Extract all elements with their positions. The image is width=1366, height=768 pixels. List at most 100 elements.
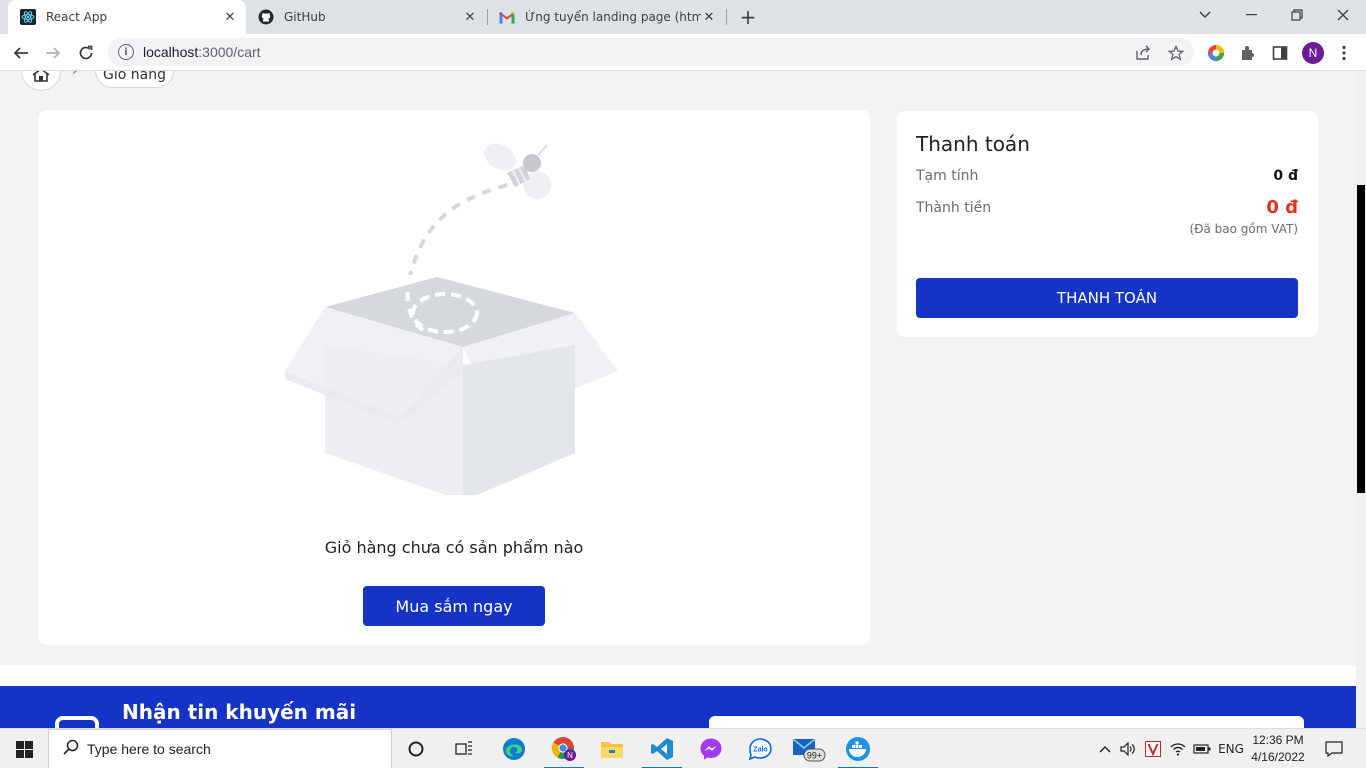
action-center-button[interactable] bbox=[1318, 729, 1350, 768]
notification-icon bbox=[1325, 741, 1343, 757]
taskbar-messenger[interactable] bbox=[687, 729, 735, 768]
url-path: :3000/cart bbox=[198, 44, 261, 60]
taskbar-file-explorer[interactable] bbox=[588, 729, 636, 768]
start-button[interactable] bbox=[0, 729, 48, 768]
total-value: 0 đ bbox=[1266, 197, 1298, 218]
restore-button[interactable] bbox=[1274, 0, 1320, 30]
volume-button[interactable] bbox=[1117, 729, 1139, 768]
network-button[interactable] bbox=[1167, 729, 1189, 768]
input-language[interactable]: ENG bbox=[1215, 729, 1247, 768]
address-bar[interactable]: i localhost:3000/cart bbox=[108, 38, 1194, 66]
edge-icon bbox=[503, 738, 525, 760]
chevron-down-icon bbox=[1199, 11, 1211, 18]
share-icon[interactable] bbox=[1134, 44, 1152, 62]
svg-text:Zalo: Zalo bbox=[753, 747, 767, 754]
newsletter-banner: Nhận tin khuyến mãi bbox=[0, 686, 1356, 728]
back-button[interactable] bbox=[8, 40, 34, 66]
messenger-icon bbox=[700, 738, 722, 760]
total-label: Thành tiền bbox=[916, 200, 992, 216]
empty-cart-message: Giỏ hàng chưa có sản phẩm nào bbox=[324, 538, 584, 557]
search-icon bbox=[63, 739, 79, 759]
newsletter-email-input[interactable] bbox=[709, 716, 1304, 728]
breadcrumb-home-button[interactable] bbox=[21, 71, 61, 91]
empty-box-illustration bbox=[285, 143, 618, 495]
minimize-button[interactable] bbox=[1228, 0, 1274, 30]
docker-icon bbox=[846, 737, 870, 761]
url-text[interactable]: localhost:3000/cart bbox=[143, 44, 261, 60]
breadcrumb-current: Giỏ hàng bbox=[95, 71, 174, 88]
arrow-right-icon bbox=[46, 47, 61, 59]
vscode-icon bbox=[651, 738, 673, 760]
zalo-icon: Zalo bbox=[748, 738, 772, 761]
taskbar-search-box[interactable]: Type here to search bbox=[48, 729, 392, 768]
subtotal-value: 0 đ bbox=[1273, 168, 1298, 184]
windows-logo-icon bbox=[15, 740, 33, 758]
tab-separator bbox=[726, 9, 727, 25]
mail-icon: 99+ bbox=[792, 738, 826, 762]
profile-avatar[interactable]: N bbox=[1302, 42, 1324, 64]
footer-spacer bbox=[0, 665, 1356, 686]
taskbar-vscode[interactable] bbox=[638, 729, 686, 768]
extensions-puzzle-icon[interactable] bbox=[1238, 43, 1258, 63]
close-window-button[interactable] bbox=[1320, 0, 1366, 30]
cart-panel: Giỏ hàng chưa có sản phẩm nào Mua sắm ng… bbox=[38, 110, 870, 645]
task-view-button[interactable] bbox=[440, 729, 488, 768]
tab-github[interactable]: GitHub ✕ bbox=[246, 0, 486, 34]
arrow-left-icon bbox=[13, 47, 28, 59]
payment-title: Thanh toán bbox=[916, 132, 1030, 156]
menu-kebab-icon[interactable] bbox=[1334, 43, 1354, 63]
speaker-icon bbox=[1120, 742, 1135, 756]
forward-button[interactable] bbox=[40, 40, 66, 66]
site-info-icon[interactable]: i bbox=[118, 44, 134, 60]
taskbar-mail[interactable]: 99+ bbox=[785, 729, 833, 768]
shop-now-button[interactable]: Mua sắm ngay bbox=[363, 586, 545, 626]
svg-text:N: N bbox=[567, 751, 573, 760]
home-icon bbox=[32, 71, 50, 82]
new-tab-button[interactable]: + bbox=[737, 5, 759, 29]
chrome-icon: N bbox=[552, 737, 576, 761]
side-panel-icon[interactable] bbox=[1270, 43, 1290, 63]
extension-color-icon[interactable] bbox=[1206, 43, 1226, 63]
chevron-up-icon bbox=[1099, 746, 1111, 753]
newsletter-title: Nhận tin khuyến mãi bbox=[122, 700, 357, 724]
clock-time: 12:36 PM bbox=[1252, 733, 1304, 747]
taskbar-chrome[interactable]: N bbox=[540, 729, 588, 768]
browser-tab-bar: React App ✕ GitHub ✕ Ứng tuyển landing p… bbox=[0, 0, 1366, 34]
cortana-button[interactable] bbox=[392, 729, 440, 768]
taskbar-edge[interactable] bbox=[490, 729, 538, 768]
react-icon bbox=[20, 9, 36, 25]
gmail-icon bbox=[499, 9, 515, 25]
vat-note: (Đã bao gồm VAT) bbox=[1189, 222, 1298, 236]
page-scrollbar[interactable] bbox=[1356, 71, 1366, 728]
search-placeholder: Type here to search bbox=[87, 741, 211, 757]
tab-search-button[interactable] bbox=[1182, 0, 1228, 30]
tray-app-v[interactable] bbox=[1142, 729, 1164, 768]
task-view-icon bbox=[455, 741, 472, 755]
bookmark-star-icon[interactable] bbox=[1167, 44, 1185, 62]
tab-react-app[interactable]: React App ✕ bbox=[8, 0, 246, 34]
page-content: › Giỏ hàng Giỏ hàng chưa có sản phẩm nào… bbox=[0, 71, 1356, 728]
close-tab-icon[interactable]: ✕ bbox=[222, 9, 238, 25]
close-tab-icon[interactable]: ✕ bbox=[701, 9, 717, 25]
taskbar-clock[interactable]: 12:36 PM 4/16/2022 bbox=[1248, 732, 1308, 766]
taskbar-docker[interactable] bbox=[834, 729, 882, 768]
url-host: localhost bbox=[143, 44, 199, 60]
scrollbar-thumb[interactable] bbox=[1357, 185, 1365, 493]
wifi-icon bbox=[1170, 743, 1186, 756]
mail-badge-count: 99+ bbox=[807, 751, 822, 761]
github-icon bbox=[258, 9, 274, 25]
close-tab-icon[interactable]: ✕ bbox=[462, 9, 478, 25]
clock-date: 4/16/2022 bbox=[1251, 750, 1305, 764]
breadcrumb-separator: › bbox=[72, 71, 78, 79]
checkout-button[interactable]: THANH TOÁN bbox=[916, 278, 1298, 318]
tab-title: React App bbox=[46, 10, 108, 24]
tab-title: Ứng tuyển landing page (html + bbox=[525, 10, 701, 24]
tab-gmail[interactable]: Ứng tuyển landing page (html + ✕ bbox=[487, 0, 725, 34]
reload-button[interactable] bbox=[73, 40, 99, 66]
payment-panel: Thanh toán Tạm tính 0 đ Thành tiền 0 đ (… bbox=[897, 111, 1318, 337]
taskbar-zalo[interactable]: Zalo bbox=[736, 729, 784, 768]
reload-icon bbox=[79, 45, 93, 60]
show-hidden-icons-button[interactable] bbox=[1095, 729, 1115, 768]
battery-button[interactable] bbox=[1191, 729, 1213, 768]
browser-toolbar: i localhost:3000/cart N bbox=[0, 34, 1366, 71]
